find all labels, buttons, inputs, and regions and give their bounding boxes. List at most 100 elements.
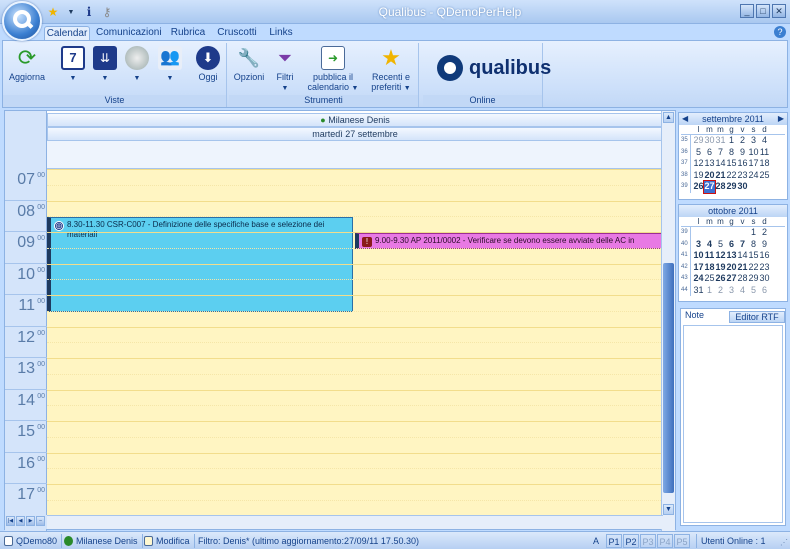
today-button[interactable]: ⬇ Oggi bbox=[193, 46, 223, 82]
next-month-icon[interactable]: ▶ bbox=[778, 113, 784, 125]
rtf-editor-button[interactable]: Editor RTF bbox=[729, 311, 785, 323]
status-p2[interactable]: P2 bbox=[623, 534, 639, 548]
all-day-area[interactable] bbox=[47, 141, 663, 169]
day-cell[interactable]: 12 bbox=[693, 158, 704, 170]
day-cell[interactable]: 23 bbox=[737, 170, 748, 182]
scroll-down-icon[interactable]: ▼ bbox=[663, 504, 674, 515]
status-p4[interactable]: P4 bbox=[657, 534, 673, 548]
day-cell[interactable]: 2 bbox=[759, 227, 770, 239]
dropdown-arrow-icon[interactable]: ▼ bbox=[64, 5, 78, 19]
day-cell[interactable]: 2 bbox=[715, 285, 726, 297]
tab-cruscotti[interactable]: Cruscotti bbox=[214, 26, 260, 41]
day-cell[interactable]: 30 bbox=[759, 273, 770, 285]
day-cell[interactable]: 27 bbox=[726, 273, 737, 285]
filters-button[interactable]: ⏷ Filtri ▼ bbox=[271, 46, 299, 94]
status-p5[interactable]: P5 bbox=[674, 534, 690, 548]
day-cell[interactable]: 29 bbox=[693, 135, 704, 147]
vertical-scrollbar[interactable]: ▲ ▼ bbox=[661, 111, 675, 531]
day-cell[interactable]: 25 bbox=[704, 273, 715, 285]
day-cell[interactable]: 19 bbox=[715, 262, 726, 274]
expand-view-button[interactable]: ⇊ ▼ bbox=[91, 46, 119, 84]
appointment-2[interactable]: ! 9.00-9.30 AP 2011/0002 - Verificare se… bbox=[355, 233, 663, 249]
day-cell[interactable]: 26 bbox=[693, 181, 704, 193]
day-cell[interactable]: 5 bbox=[748, 285, 759, 297]
day-cell[interactable]: 11 bbox=[759, 147, 770, 159]
day-view-button[interactable]: 7 ▼ bbox=[59, 46, 87, 84]
day-cell[interactable]: 16 bbox=[759, 250, 770, 262]
status-p1[interactable]: P1 bbox=[606, 534, 622, 548]
users-view-button[interactable]: 👥 ▼ bbox=[155, 46, 185, 84]
star-icon[interactable]: ★ bbox=[46, 5, 60, 19]
day-cell[interactable]: 22 bbox=[748, 262, 759, 274]
day-cell[interactable]: 29 bbox=[748, 273, 759, 285]
publish-calendar-button[interactable]: ➜ pubblica il calendario ▼ bbox=[305, 46, 361, 94]
tab-comunicazioni[interactable]: Comunicazioni bbox=[96, 26, 162, 41]
day-cell[interactable]: 30 bbox=[704, 135, 715, 147]
day-cell[interactable]: 18 bbox=[759, 158, 770, 170]
resize-grip-icon[interactable]: ⋰ bbox=[780, 538, 788, 547]
first-icon[interactable]: |◀ bbox=[6, 516, 15, 526]
day-cell[interactable]: 31 bbox=[715, 135, 726, 147]
day-cell[interactable]: 20 bbox=[726, 262, 737, 274]
key-icon[interactable]: ⚷ bbox=[100, 5, 114, 19]
day-cell[interactable]: 7 bbox=[737, 239, 748, 251]
collapse-icon[interactable]: – bbox=[36, 516, 45, 526]
status-p3[interactable]: P3 bbox=[640, 534, 656, 548]
day-cell[interactable]: 30 bbox=[737, 181, 748, 193]
notes-textarea[interactable] bbox=[683, 325, 783, 523]
day-cell[interactable]: 13 bbox=[726, 250, 737, 262]
status-database[interactable]: QDemo80 bbox=[4, 534, 63, 548]
day-cell[interactable]: 24 bbox=[748, 170, 759, 182]
day-cell[interactable]: 15 bbox=[726, 158, 737, 170]
day-cell[interactable]: 1 bbox=[704, 285, 715, 297]
day-cell[interactable]: 5 bbox=[715, 239, 726, 251]
day-cell[interactable]: 1 bbox=[726, 135, 737, 147]
day-cell[interactable]: 5 bbox=[693, 147, 704, 159]
day-cell[interactable]: 24 bbox=[693, 273, 704, 285]
status-a[interactable]: A bbox=[588, 534, 604, 548]
day-cell[interactable]: 12 bbox=[715, 250, 726, 262]
day-header[interactable]: martedì 27 settembre bbox=[47, 127, 663, 141]
day-cell[interactable]: 21 bbox=[737, 262, 748, 274]
day-cell[interactable]: 3 bbox=[748, 135, 759, 147]
status-view-button[interactable]: ▼ bbox=[123, 46, 151, 84]
tab-links[interactable]: Links bbox=[266, 26, 296, 41]
prev-month-icon[interactable]: ◀ bbox=[682, 113, 688, 125]
status-user[interactable]: Milanese Denis bbox=[64, 534, 143, 548]
day-cell[interactable]: 6 bbox=[704, 147, 715, 159]
day-cell[interactable]: 29 bbox=[726, 181, 737, 193]
notes-tab[interactable]: Note bbox=[681, 309, 721, 321]
refresh-button[interactable]: ⟳ Aggiorna bbox=[7, 46, 47, 83]
day-cell[interactable]: 15 bbox=[748, 250, 759, 262]
tab-rubrica[interactable]: Rubrica bbox=[168, 26, 208, 41]
previous-icon[interactable]: ◀ bbox=[16, 516, 25, 526]
day-cell[interactable]: 27 bbox=[703, 180, 716, 194]
app-menu-button[interactable] bbox=[2, 1, 42, 41]
day-cell[interactable]: 28 bbox=[715, 181, 726, 193]
maximize-button[interactable]: □ bbox=[756, 4, 770, 18]
day-cell[interactable]: 21 bbox=[715, 170, 726, 182]
day-cell[interactable]: 17 bbox=[693, 262, 704, 274]
day-cell[interactable]: 11 bbox=[704, 250, 715, 262]
horizontal-scrollbar[interactable] bbox=[47, 515, 663, 529]
day-grid[interactable]: ◎ 8.30-11.30 CSR-C007 - Definizione dell… bbox=[47, 169, 663, 515]
recent-favorites-button[interactable]: ★ Recenti e preferiti ▼ bbox=[369, 46, 413, 94]
close-button[interactable]: ✕ bbox=[772, 4, 786, 18]
day-cell[interactable]: 26 bbox=[715, 273, 726, 285]
day-cell[interactable]: 2 bbox=[737, 135, 748, 147]
day-cell[interactable]: 18 bbox=[704, 262, 715, 274]
day-cell[interactable]: 3 bbox=[726, 285, 737, 297]
day-cell[interactable]: 8 bbox=[748, 239, 759, 251]
options-button[interactable]: 🔧 Opzioni bbox=[233, 46, 265, 82]
day-cell[interactable]: 6 bbox=[726, 239, 737, 251]
day-cell[interactable]: 14 bbox=[737, 250, 748, 262]
help-icon[interactable]: ? bbox=[774, 26, 786, 38]
scrollbar-thumb[interactable] bbox=[663, 263, 674, 493]
day-cell[interactable]: 23 bbox=[759, 262, 770, 274]
day-cell[interactable]: 4 bbox=[759, 135, 770, 147]
day-cell[interactable]: 17 bbox=[748, 158, 759, 170]
day-cell[interactable]: 9 bbox=[759, 239, 770, 251]
day-cell[interactable]: 31 bbox=[693, 285, 704, 297]
info-icon[interactable]: i bbox=[82, 5, 96, 19]
status-mode[interactable]: Modifica bbox=[144, 534, 195, 548]
